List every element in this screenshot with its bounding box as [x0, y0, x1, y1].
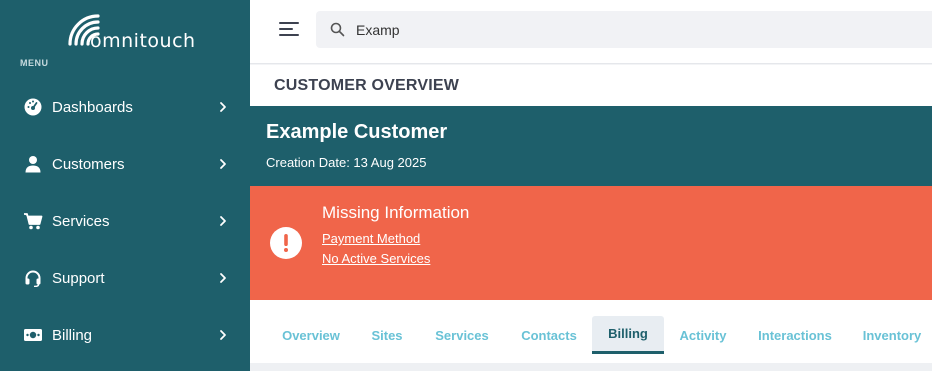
page-title: CUSTOMER OVERVIEW — [274, 77, 460, 94]
hamburger-menu-icon[interactable] — [278, 20, 300, 38]
search-icon — [330, 22, 345, 37]
tab-overview[interactable]: Overview — [274, 316, 348, 354]
payment-method-link[interactable]: Payment Method — [322, 231, 420, 246]
tab-sites[interactable]: Sites — [364, 316, 410, 354]
app: omnitouch MENU Dashboards Customers Serv… — [0, 0, 932, 371]
cart-icon — [23, 211, 43, 231]
cash-icon — [23, 325, 43, 345]
brand-logo[interactable]: omnitouch — [64, 10, 195, 54]
headset-icon — [23, 268, 43, 288]
sidebar-item-billing[interactable]: Billing — [0, 315, 250, 355]
sidebar-item-label: Support — [52, 269, 105, 287]
chevron-right-icon — [220, 216, 226, 226]
chevron-right-icon — [220, 330, 226, 340]
dashboard-icon — [23, 97, 43, 117]
sidebar-item-label: Customers — [52, 155, 125, 173]
customer-name: Example Customer — [266, 121, 448, 143]
customer-tabs: Overview Sites Services Contacts Billing… — [250, 300, 932, 371]
tabs-divider — [250, 363, 932, 371]
menu-label: MENU — [20, 58, 49, 66]
tab-billing[interactable]: Billing — [592, 316, 664, 354]
sidebar-item-label: Billing — [52, 326, 93, 344]
no-active-services-link[interactable]: No Active Services — [322, 251, 430, 266]
missing-information-alert: Missing Information Payment Method No Ac… — [250, 186, 932, 300]
sidebar-item-label: Dashboards — [52, 98, 133, 116]
exclamation-icon — [270, 227, 302, 259]
chevron-right-icon — [220, 273, 226, 283]
tab-activity[interactable]: Activity — [671, 316, 735, 354]
tab-services[interactable]: Services — [427, 316, 497, 354]
chevron-right-icon — [220, 102, 226, 112]
tab-interactions[interactable]: Interactions — [752, 316, 838, 354]
page-header: CUSTOMER OVERVIEW — [250, 65, 932, 106]
sidebar-item-support[interactable]: Support — [0, 258, 250, 298]
brand-logo-text: omnitouch — [90, 30, 196, 52]
customer-banner: Example Customer Creation Date: 13 Aug 2… — [250, 106, 932, 186]
chevron-right-icon — [220, 159, 226, 169]
user-icon — [23, 154, 43, 174]
creation-date: Creation Date: 13 Aug 2025 — [266, 155, 427, 170]
sidebar: omnitouch MENU Dashboards Customers Serv… — [0, 0, 250, 371]
sidebar-item-services[interactable]: Services — [0, 201, 250, 241]
sidebar-item-dashboards[interactable]: Dashboards — [0, 87, 250, 127]
alert-title: Missing Information — [322, 203, 470, 222]
search-input[interactable] — [356, 11, 916, 48]
tab-contacts[interactable]: Contacts — [514, 316, 584, 354]
topbar — [250, 0, 932, 64]
sidebar-item-customers[interactable]: Customers — [0, 144, 250, 184]
sidebar-item-label: Services — [52, 212, 110, 230]
search-box — [316, 11, 932, 48]
tab-inventory[interactable]: Inventory — [855, 316, 929, 354]
